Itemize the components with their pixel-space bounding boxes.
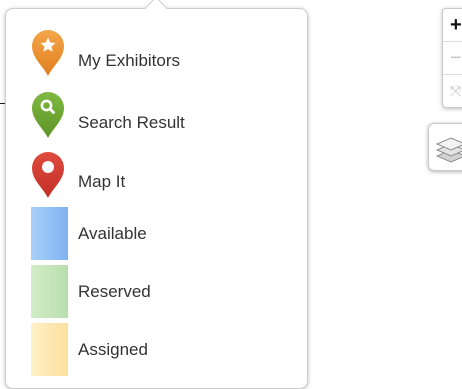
fullscreen-button[interactable]: ⤧: [443, 75, 462, 107]
legend-label: Available: [78, 224, 147, 243]
assigned-swatch: [31, 323, 68, 376]
search-pin-icon: [32, 92, 64, 138]
legend-label: Search Result: [78, 113, 185, 132]
popup-arrow: [144, 0, 168, 20]
layers-button[interactable]: [428, 123, 462, 171]
reserved-swatch: [31, 265, 68, 318]
legend-item-assigned: Assigned: [6, 323, 306, 379]
legend-label: My Exhibitors: [78, 51, 181, 70]
legend-item-my-exhibitors: My Exhibitors: [6, 29, 306, 85]
legend-label: Assigned: [78, 340, 148, 359]
star-pin-icon: [32, 30, 64, 76]
zoom-out-button[interactable]: −: [443, 42, 462, 75]
legend-item-available: Available: [6, 207, 306, 263]
map-view: My Exhibitors Search Result Map It Avail…: [0, 0, 462, 389]
legend-item-map-it: Map It: [6, 151, 306, 207]
layers-icon: [435, 137, 462, 163]
legend-item-search-result: Search Result: [6, 91, 306, 147]
legend-label: Reserved: [78, 282, 151, 301]
available-swatch: [31, 207, 68, 260]
legend-popup: My Exhibitors Search Result Map It Avail…: [5, 0, 308, 389]
zoom-control: + − ⤧: [442, 8, 462, 108]
zoom-in-button[interactable]: +: [443, 9, 462, 42]
location-pin-icon: [32, 152, 64, 198]
legend-item-reserved: Reserved: [6, 265, 306, 321]
legend-label: Map It: [78, 172, 126, 191]
